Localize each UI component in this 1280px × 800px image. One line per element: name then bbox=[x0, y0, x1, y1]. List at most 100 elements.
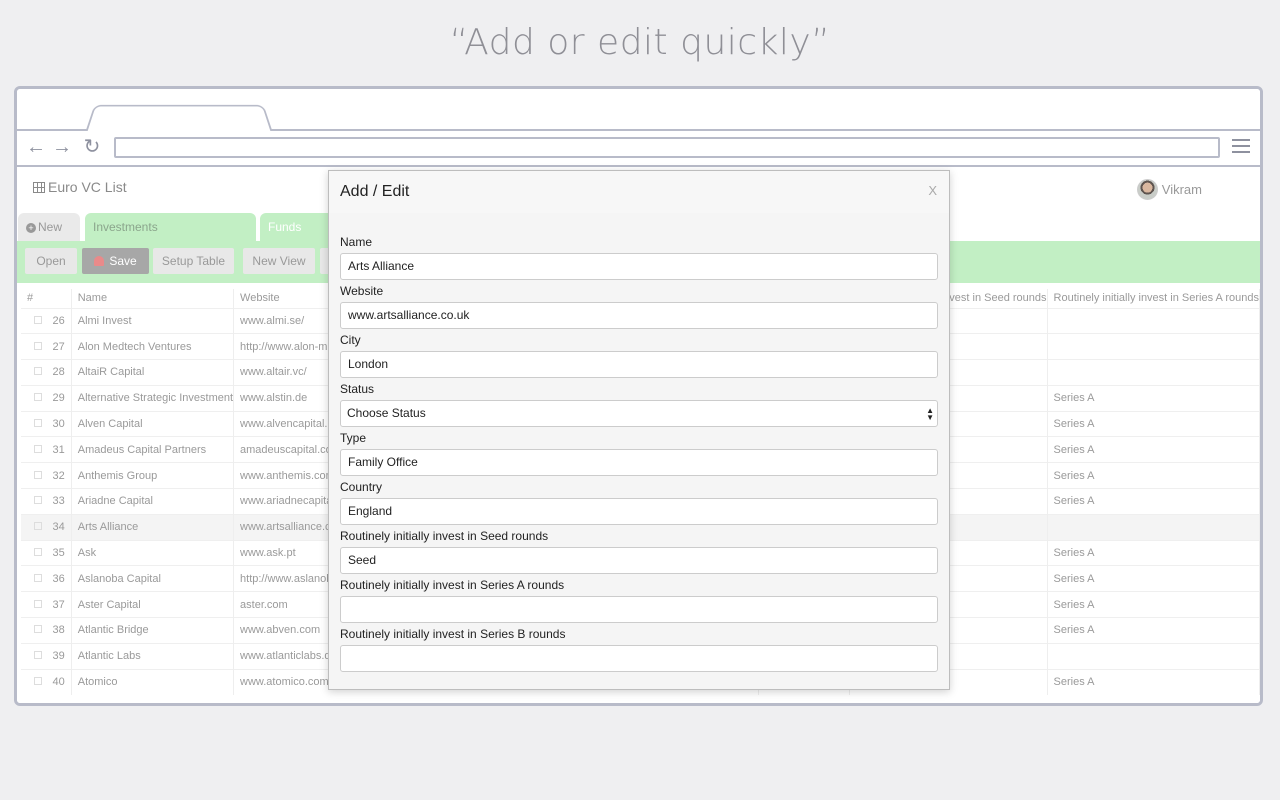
cell-name[interactable]: Atomico bbox=[71, 668, 235, 695]
row-checkbox[interactable] bbox=[34, 419, 43, 428]
cell-name[interactable]: Aster Capital bbox=[71, 591, 235, 618]
reload-icon[interactable]: ↻ bbox=[81, 135, 103, 159]
tab-investments[interactable]: Investments bbox=[85, 213, 256, 241]
cell-series-a[interactable]: Series A bbox=[1047, 591, 1260, 618]
save-button[interactable]: Save bbox=[82, 248, 149, 274]
field-label: City bbox=[340, 333, 361, 347]
cell-series-a[interactable]: Series A bbox=[1047, 565, 1260, 592]
row-checkbox[interactable] bbox=[34, 393, 43, 402]
row-number[interactable]: 35 bbox=[21, 539, 72, 566]
modal-header: Add / Edit X bbox=[329, 171, 949, 213]
add-edit-modal: Add / Edit X Name Arts Alliance Website www… bbox=[328, 170, 950, 690]
cell-name[interactable]: Anthemis Group bbox=[71, 462, 235, 489]
cell-name[interactable]: Amadeus Capital Partners bbox=[71, 436, 235, 463]
cell-name[interactable]: Aslanoba Capital bbox=[71, 565, 235, 592]
cell-name[interactable]: Atlantic Labs bbox=[71, 642, 235, 670]
row-number[interactable]: 29 bbox=[21, 384, 72, 412]
table-icon bbox=[33, 182, 45, 193]
country-input[interactable]: England bbox=[340, 498, 938, 525]
routinely-initially-invest-in-series-b-rounds-input[interactable] bbox=[340, 645, 938, 672]
cell-series-a[interactable] bbox=[1047, 333, 1260, 360]
app-title: Euro VC List bbox=[33, 179, 127, 195]
website-input[interactable]: www.artsalliance.co.uk bbox=[340, 302, 938, 329]
field-value: Arts Alliance bbox=[348, 259, 415, 273]
row-checkbox[interactable] bbox=[34, 522, 43, 531]
field-value: London bbox=[348, 357, 389, 371]
row-checkbox[interactable] bbox=[34, 444, 43, 453]
row-number[interactable]: 34 bbox=[21, 513, 72, 541]
row-checkbox[interactable] bbox=[34, 651, 43, 660]
row-number[interactable]: 39 bbox=[21, 642, 72, 670]
routinely-initially-invest-in-series-a-rounds-input[interactable] bbox=[340, 596, 938, 623]
row-checkbox[interactable] bbox=[34, 677, 43, 686]
cell-series-a[interactable] bbox=[1047, 642, 1260, 670]
setup-table-button[interactable]: Setup Table bbox=[153, 248, 234, 274]
cell-name[interactable]: Atlantic Bridge bbox=[71, 617, 235, 644]
routinely-initially-invest-in-seed-rounds-input[interactable]: Seed bbox=[340, 547, 938, 574]
cell-name[interactable]: AltaiR Capital bbox=[71, 359, 235, 386]
tab-new[interactable]: + New bbox=[18, 213, 80, 241]
row-number[interactable]: 40 bbox=[21, 668, 72, 695]
row-checkbox[interactable] bbox=[34, 625, 43, 634]
row-number-text: 26 bbox=[52, 314, 65, 327]
status-select[interactable]: Choose Status ▲ ▼ bbox=[340, 400, 938, 427]
row-checkbox[interactable] bbox=[34, 599, 43, 608]
column-header-series-a[interactable]: Routinely initially invest in Series A r… bbox=[1047, 289, 1260, 308]
column-header-number[interactable]: # bbox=[21, 289, 72, 308]
hamburger-menu-icon[interactable] bbox=[1232, 139, 1250, 155]
cell-series-a[interactable]: Series A bbox=[1047, 384, 1260, 412]
city-input[interactable]: London bbox=[340, 351, 938, 378]
close-icon[interactable]: X bbox=[928, 183, 937, 198]
avatar bbox=[1136, 179, 1158, 200]
cell-name[interactable]: Alon Medtech Ventures bbox=[71, 333, 235, 360]
app-title-text: Euro VC List bbox=[48, 179, 127, 195]
row-checkbox[interactable] bbox=[34, 470, 43, 479]
row-number[interactable]: 31 bbox=[21, 436, 72, 463]
cell-series-a[interactable] bbox=[1047, 513, 1260, 541]
row-checkbox[interactable] bbox=[34, 315, 43, 324]
row-number[interactable]: 38 bbox=[21, 617, 72, 644]
cell-series-a[interactable]: Series A bbox=[1047, 436, 1260, 463]
row-number-text: 36 bbox=[52, 572, 65, 585]
cell-name[interactable]: Arts Alliance bbox=[71, 513, 235, 541]
cell-series-a[interactable]: Series A bbox=[1047, 668, 1260, 695]
forward-arrow-icon[interactable]: → bbox=[51, 135, 73, 159]
row-number[interactable]: 27 bbox=[21, 333, 72, 360]
row-number[interactable]: 32 bbox=[21, 462, 72, 489]
type-input[interactable]: Family Office bbox=[340, 449, 938, 476]
cell-name[interactable]: Ariadne Capital bbox=[71, 488, 235, 515]
field-website: Website www.artsalliance.co.uk bbox=[340, 284, 938, 329]
row-number[interactable]: 28 bbox=[21, 359, 72, 386]
cell-series-a[interactable]: Series A bbox=[1047, 539, 1260, 566]
row-number[interactable]: 37 bbox=[21, 591, 72, 618]
row-number[interactable]: 30 bbox=[21, 410, 72, 437]
cell-name[interactable]: Ask bbox=[71, 539, 235, 566]
browser-tab[interactable] bbox=[85, 104, 273, 133]
row-number[interactable]: 26 bbox=[21, 307, 72, 334]
row-number[interactable]: 36 bbox=[21, 565, 72, 592]
back-arrow-icon[interactable]: ← bbox=[25, 135, 47, 159]
address-bar[interactable] bbox=[114, 137, 1220, 158]
row-number[interactable]: 33 bbox=[21, 488, 72, 515]
name-input[interactable]: Arts Alliance bbox=[340, 253, 938, 280]
cell-name[interactable]: Alven Capital bbox=[71, 410, 235, 437]
row-checkbox[interactable] bbox=[34, 367, 43, 376]
column-header-name[interactable]: Name bbox=[71, 289, 235, 308]
open-button[interactable]: Open bbox=[25, 248, 77, 274]
new-view-button[interactable]: New View bbox=[243, 248, 315, 274]
row-checkbox[interactable] bbox=[34, 496, 43, 505]
cell-series-a[interactable]: Series A bbox=[1047, 410, 1260, 437]
cell-series-a[interactable]: Series A bbox=[1047, 488, 1260, 515]
row-checkbox[interactable] bbox=[34, 573, 43, 582]
row-checkbox[interactable] bbox=[34, 341, 43, 350]
select-arrows-icon: ▲ ▼ bbox=[926, 406, 934, 422]
cell-series-a[interactable] bbox=[1047, 359, 1260, 386]
cell-name[interactable]: Alternative Strategic Investment bbox=[71, 384, 235, 412]
cell-series-a[interactable] bbox=[1047, 307, 1260, 334]
row-checkbox[interactable] bbox=[34, 548, 43, 557]
cell-series-a[interactable]: Series A bbox=[1047, 617, 1260, 644]
user-menu[interactable]: Vikram bbox=[1136, 179, 1202, 200]
cell-name[interactable]: Almi Invest bbox=[71, 307, 235, 334]
cell-series-a[interactable]: Series A bbox=[1047, 462, 1260, 489]
row-number-text: 31 bbox=[52, 443, 65, 456]
